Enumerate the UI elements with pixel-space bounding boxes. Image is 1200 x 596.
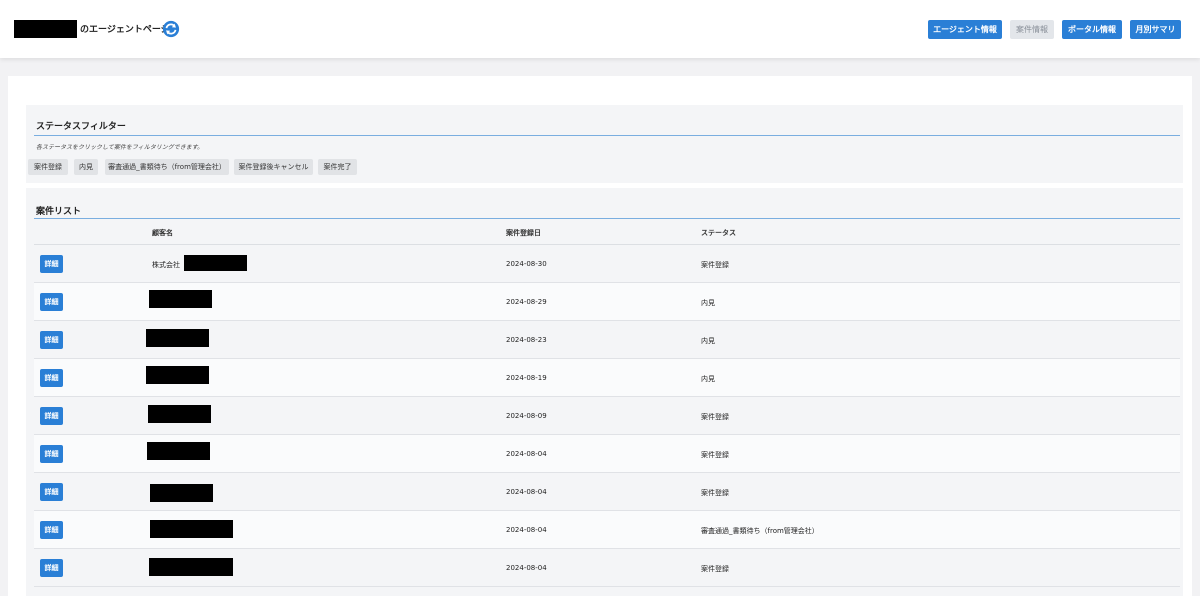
redacted-customer-name (150, 484, 213, 502)
case-status: 案件登録 (701, 489, 729, 497)
column-header-customer: 顧客名 (152, 229, 173, 237)
registered-date: 2024-08-29 (506, 298, 547, 306)
nav-case-info-button[interactable]: 案件情報 (1010, 20, 1054, 39)
table-row: 詳細 2024-08-29 内見 (34, 283, 1180, 321)
status-filter-divider (34, 135, 1180, 136)
filter-chip-completed[interactable]: 案件完了 (318, 159, 357, 175)
column-header-registered-date: 案件登録日 (506, 229, 541, 237)
customer-name: 株式会社 (152, 261, 180, 269)
case-status: 案件登録 (701, 451, 729, 459)
case-table-header: 顧客名 案件登録日 ステータス (34, 220, 1180, 245)
status-filter-hint: 各ステータスをクリックして案件をフィルタリングできます。 (36, 144, 204, 151)
registered-date: 2024-08-04 (506, 564, 547, 572)
status-filter-title: ステータスフィルター (36, 122, 126, 132)
redacted-customer-name (147, 442, 210, 460)
page-header: のエージェントページ エージェント情報 案件情報 ポータル情報 月別サマリ (0, 0, 1200, 58)
detail-button[interactable]: 詳細 (40, 255, 63, 273)
redacted-customer-name (146, 329, 209, 347)
filter-chip-registered[interactable]: 案件登録 (28, 159, 68, 175)
case-status: 審査通過_書類待ち（from管理会社） (701, 527, 819, 535)
redacted-agent-name (14, 20, 77, 38)
registered-date: 2024-08-30 (506, 260, 547, 268)
case-list-divider (34, 218, 1180, 219)
status-filter-panel: ステータスフィルター 各ステータスをクリックして案件をフィルタリングできます。 … (26, 105, 1183, 183)
table-row: 詳細 2024-08-19 内見 (34, 359, 1180, 397)
case-table: 顧客名 案件登録日 ステータス 詳細 株式会社 2024-08-30 案件登録 … (34, 220, 1180, 587)
main-content: ステータスフィルター 各ステータスをクリックして案件をフィルタリングできます。 … (8, 76, 1192, 596)
registered-date: 2024-08-23 (506, 336, 547, 344)
registered-date: 2024-08-04 (506, 526, 547, 534)
case-status: 内見 (701, 299, 715, 307)
case-status: 案件登録 (701, 413, 729, 421)
table-row: 詳細 株式会社 2024-08-30 案件登録 (34, 245, 1180, 283)
redacted-customer-name (184, 255, 247, 271)
refresh-icon[interactable] (162, 20, 180, 38)
detail-button[interactable]: 詳細 (40, 521, 63, 539)
detail-button[interactable]: 詳細 (40, 331, 63, 349)
nav-agent-info-button[interactable]: エージェント情報 (928, 20, 1002, 39)
case-status: 案件登録 (701, 261, 729, 269)
case-list-title: 案件リスト (36, 207, 82, 217)
case-status: 内見 (701, 337, 715, 345)
detail-button[interactable]: 詳細 (40, 407, 63, 425)
table-row: 詳細 2024-08-04 案件登録 (34, 549, 1180, 587)
nav-portal-info-button[interactable]: ポータル情報 (1062, 20, 1122, 39)
detail-button[interactable]: 詳細 (40, 445, 63, 463)
table-row: 詳細 2024-08-04 案件登録 (34, 435, 1180, 473)
redacted-customer-name (148, 405, 211, 423)
registered-date: 2024-08-09 (506, 412, 547, 420)
filter-chip-viewing[interactable]: 内見 (74, 159, 98, 175)
registered-date: 2024-08-04 (506, 450, 547, 458)
table-row: 詳細 2024-08-04 審査通過_書類待ち（from管理会社） (34, 511, 1180, 549)
column-header-status: ステータス (701, 229, 736, 237)
registered-date: 2024-08-19 (506, 374, 547, 382)
registered-date: 2024-08-04 (506, 488, 547, 496)
table-row: 詳細 2024-08-04 案件登録 (34, 473, 1180, 511)
detail-button[interactable]: 詳細 (40, 483, 63, 501)
detail-button[interactable]: 詳細 (40, 293, 63, 311)
detail-button[interactable]: 詳細 (40, 369, 63, 387)
case-status: 案件登録 (701, 565, 729, 573)
redacted-customer-name (146, 366, 209, 384)
table-row: 詳細 2024-08-09 案件登録 (34, 397, 1180, 435)
case-status: 内見 (701, 375, 715, 383)
filter-chip-screening-passed[interactable]: 審査通過_書類待ち（from管理会社） (105, 159, 229, 175)
table-row: 詳細 2024-08-23 内見 (34, 321, 1180, 359)
nav-monthly-summary-button[interactable]: 月別サマリ (1130, 20, 1181, 39)
detail-button[interactable]: 詳細 (40, 559, 63, 577)
redacted-customer-name (150, 520, 233, 538)
filter-chip-cancelled[interactable]: 案件登録後キャンセル (234, 159, 313, 175)
case-list-panel: 案件リスト 顧客名 案件登録日 ステータス 詳細 株式会社 2024-08-30… (26, 188, 1183, 596)
redacted-customer-name (149, 290, 212, 308)
page-title: のエージェントページ (80, 25, 170, 35)
redacted-customer-name (149, 558, 233, 576)
